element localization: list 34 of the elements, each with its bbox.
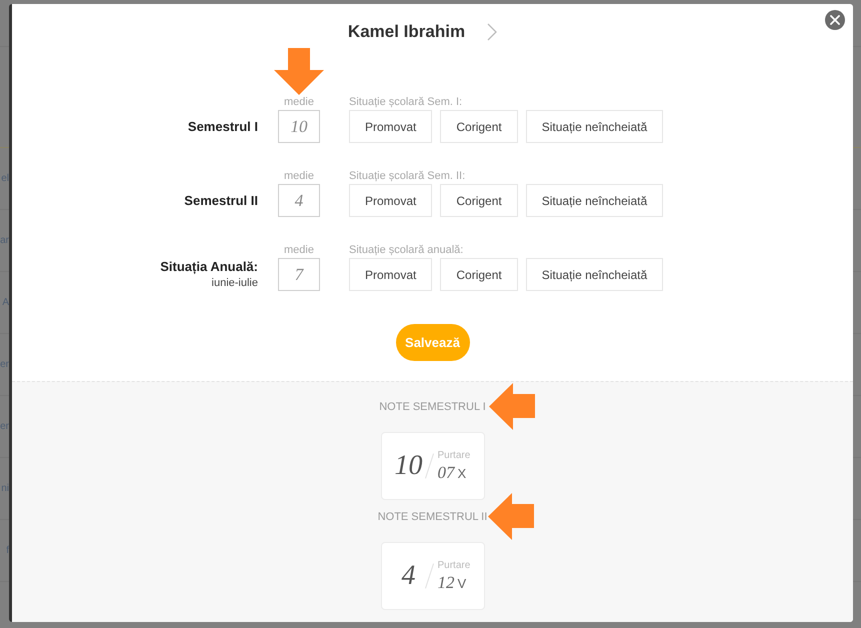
status-option-button[interactable]: Promovat <box>349 110 432 143</box>
average-caption: medie <box>284 243 314 257</box>
row-sublabel: iunie-iulie <box>212 276 258 290</box>
row-label: Situația Anuală: <box>160 258 258 274</box>
status-option-button[interactable]: Situație neîncheiată <box>526 184 664 217</box>
close-icon <box>830 15 840 25</box>
status-caption: Situație școlară Sem. II: <box>349 169 466 183</box>
average-caption: medie <box>284 169 314 183</box>
status-caption: Situație școlară anuală: <box>349 243 464 257</box>
conduct-label: Purtare <box>438 450 470 462</box>
status-option-button[interactable]: Promovat <box>349 184 432 217</box>
status-option-button[interactable]: Corigent <box>440 110 518 143</box>
status-option-button[interactable]: Corigent <box>440 258 518 291</box>
grades-heading: NOTE SEMESTRUL II <box>378 510 488 524</box>
conduct-mark: X <box>458 464 466 482</box>
conduct-mark: V <box>458 574 466 592</box>
status-option-button[interactable]: Corigent <box>440 184 518 217</box>
semester-grade: 4 <box>400 560 416 592</box>
average-caption: medie <box>284 95 314 109</box>
status-caption: Situație școlară Sem. I: <box>349 95 462 109</box>
status-option-button[interactable]: Promovat <box>349 258 432 291</box>
status-option-button[interactable]: Situație neîncheiată <box>526 110 664 143</box>
down-arrow-icon <box>274 48 324 95</box>
row-label: Semestrul I <box>188 118 258 134</box>
dialog-title: Kamel Ibrahim <box>348 21 466 43</box>
status-option-button[interactable]: Situație neîncheiată <box>526 258 664 291</box>
conduct-grade: 07 <box>438 464 454 482</box>
left-arrow-icon <box>489 383 535 430</box>
grades-heading: NOTE SEMESTRUL I <box>379 400 486 414</box>
semester-grade: 10 <box>394 450 424 482</box>
conduct-label: Purtare <box>438 560 470 572</box>
row-label: Semestrul II <box>184 192 258 208</box>
conduct-grade: 12 <box>438 574 454 592</box>
left-arrow-icon <box>488 493 534 540</box>
